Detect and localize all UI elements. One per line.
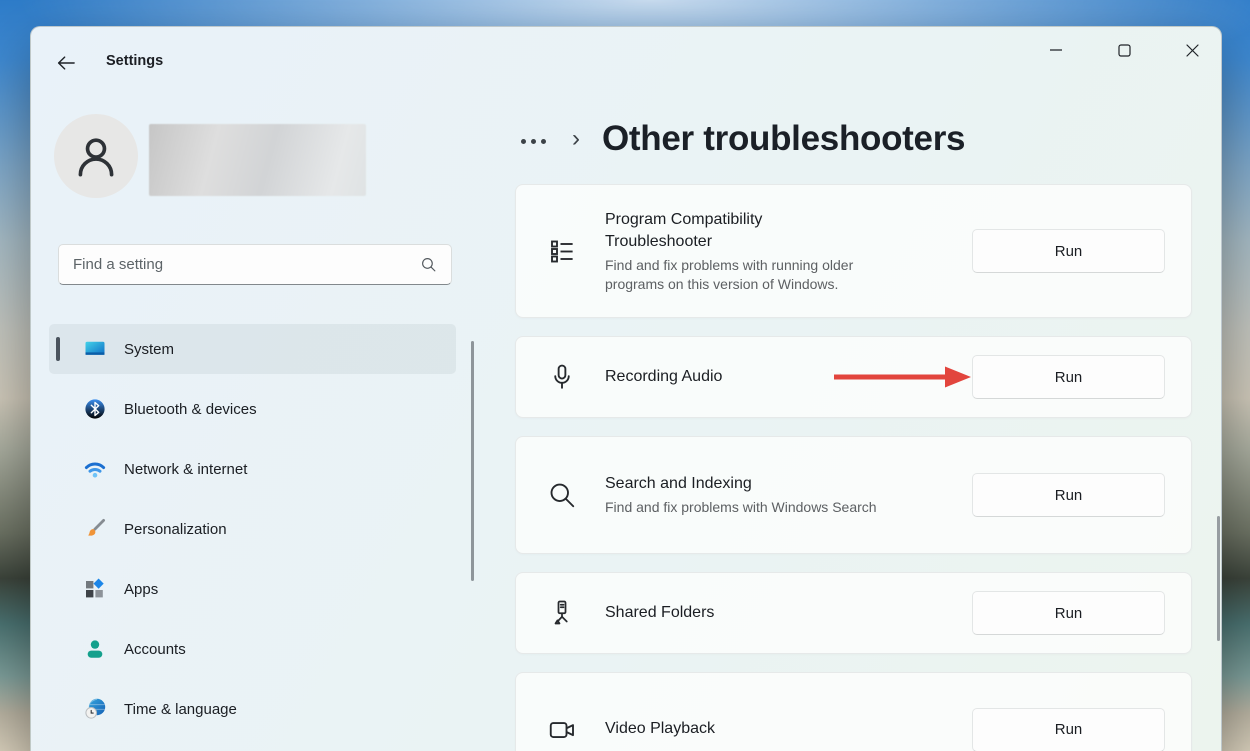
troubleshooter-title: Recording Audio [605,366,845,388]
maximize-icon [1118,44,1131,57]
accounts-icon [83,637,107,661]
search-input[interactable] [59,256,420,273]
annotation-arrow [831,364,973,390]
sidebar-item-label: System [124,341,174,358]
sidebar-item-label: Accounts [124,641,186,658]
minimize-button[interactable] [1033,33,1079,67]
troubleshooter-description: Find and fix problems with Windows Searc… [605,498,885,516]
sidebar-item-label: Time & language [124,701,237,718]
sidebar-item-label: Personalization [124,521,227,538]
maximize-button[interactable] [1101,33,1147,67]
time-language-icon [83,697,107,721]
desktop-wallpaper: { "window": { "title": "Settings", "cont… [0,0,1250,751]
sidebar-item-system[interactable]: System [49,324,456,374]
close-button[interactable] [1169,33,1215,67]
search-icon [420,256,451,273]
run-button-program-compatibility[interactable]: Run [972,229,1165,273]
troubleshooter-row-program-compatibility: Program Compatibility Troubleshooter Fin… [515,184,1192,318]
troubleshooter-row-search-indexing: Search and Indexing Find and fix problem… [515,436,1192,554]
page-title: Other troubleshooters [602,119,965,159]
chevron-right-icon: › [572,125,580,153]
sidebar-item-time-language[interactable]: Time & language [49,684,456,734]
system-icon [83,337,107,361]
sidebar-nav: System Bluetooth & devices Network & int… [49,324,456,744]
sidebar-item-bluetooth-devices[interactable]: Bluetooth & devices [49,384,456,434]
search-magnifier-icon [547,480,577,510]
troubleshooter-title: Video Playback [605,718,845,740]
troubleshooter-title: Shared Folders [605,602,845,624]
troubleshooter-title: Program Compatibility Troubleshooter [605,209,845,254]
network-icon [83,457,107,481]
troubleshooter-title: Search and Indexing [605,473,845,495]
troubleshooter-row-video-playback: Video Playback Run [515,672,1192,751]
personalization-icon [83,517,107,541]
sidebar-item-personalization[interactable]: Personalization [49,504,456,554]
sidebar-item-label: Network & internet [124,461,247,478]
caption-buttons [1011,33,1215,67]
settings-window: Settings System [30,26,1222,751]
selected-indicator [56,337,60,361]
sidebar-item-apps[interactable]: Apps [49,564,456,614]
user-name-blurred [149,124,366,196]
run-button-recording-audio[interactable]: Run [972,355,1165,399]
page-header: › Other troubleshooters [521,111,965,167]
run-button-shared-folders[interactable]: Run [972,591,1165,635]
back-button[interactable] [49,48,83,78]
run-button-search-indexing[interactable]: Run [972,473,1165,517]
sidebar-item-network-internet[interactable]: Network & internet [49,444,456,494]
bluetooth-icon [83,397,107,421]
sidebar-item-label: Apps [124,581,158,598]
breadcrumb-overflow-button[interactable] [521,139,546,144]
sidebar-scrollbar[interactable] [471,341,474,581]
sidebar-item-label: Bluetooth & devices [124,401,257,418]
video-camera-icon [547,715,577,745]
troubleshooter-description: Find and fix problems with running older… [605,256,915,293]
close-icon [1186,44,1199,57]
troubleshooter-row-shared-folders: Shared Folders Run [515,572,1192,654]
ellipsis-icon [521,139,526,144]
run-button-video-playback[interactable]: Run [972,708,1165,751]
microphone-icon [547,362,577,392]
avatar [54,114,138,198]
window-title: Settings [106,53,163,69]
person-icon [70,130,122,182]
sidebar-item-accounts[interactable]: Accounts [49,624,456,674]
content-scrollbar[interactable] [1217,516,1220,641]
program-compatibility-icon [547,236,577,266]
back-arrow-icon [56,54,76,72]
shared-folders-icon [547,598,577,628]
apps-icon [83,577,107,601]
search-box [58,244,452,285]
minimize-icon [1050,44,1062,56]
